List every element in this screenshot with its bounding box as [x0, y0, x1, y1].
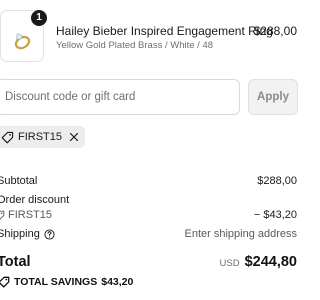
total-value-group: USD $244,80	[220, 254, 297, 270]
apply-button[interactable]: Apply	[248, 79, 298, 115]
shipping-label: Shipping	[0, 228, 40, 240]
total-amount: $244,80	[244, 254, 297, 270]
shipping-row: Shipping	[0, 228, 55, 240]
product-price: $288,00	[253, 24, 297, 38]
quantity-badge: 1	[31, 10, 47, 26]
product-variant: Yellow Gold Plated Brass / White / 48	[56, 40, 214, 51]
close-icon[interactable]	[69, 132, 79, 142]
product-name: Hailey Bieber Inspired Engagement Ring	[56, 24, 273, 38]
savings-value: $43,20	[101, 276, 134, 288]
shipping-value: Enter shipping address	[184, 228, 297, 240]
total-label: Total	[0, 254, 31, 270]
discount-code-input[interactable]	[0, 79, 240, 115]
discount-code-text: FIRST15	[8, 209, 53, 221]
order-discount-label: Order discount	[0, 194, 70, 206]
tag-icon	[0, 276, 10, 288]
discount-value: − $43,20	[253, 209, 297, 221]
applied-discount-chip: FIRST15	[0, 126, 86, 148]
tag-icon	[0, 210, 5, 220]
applied-code-text: FIRST15	[18, 131, 63, 143]
subtotal-label: Subtotal	[0, 175, 38, 187]
currency-code: USD	[219, 258, 240, 269]
help-icon[interactable]	[44, 228, 55, 240]
savings-label: TOTAL SAVINGS	[14, 276, 98, 288]
discount-code-line: FIRST15	[0, 209, 52, 221]
total-savings: TOTAL SAVINGS $43,20	[0, 276, 133, 288]
subtotal-value: $288,00	[257, 175, 297, 187]
tag-icon	[1, 131, 14, 143]
